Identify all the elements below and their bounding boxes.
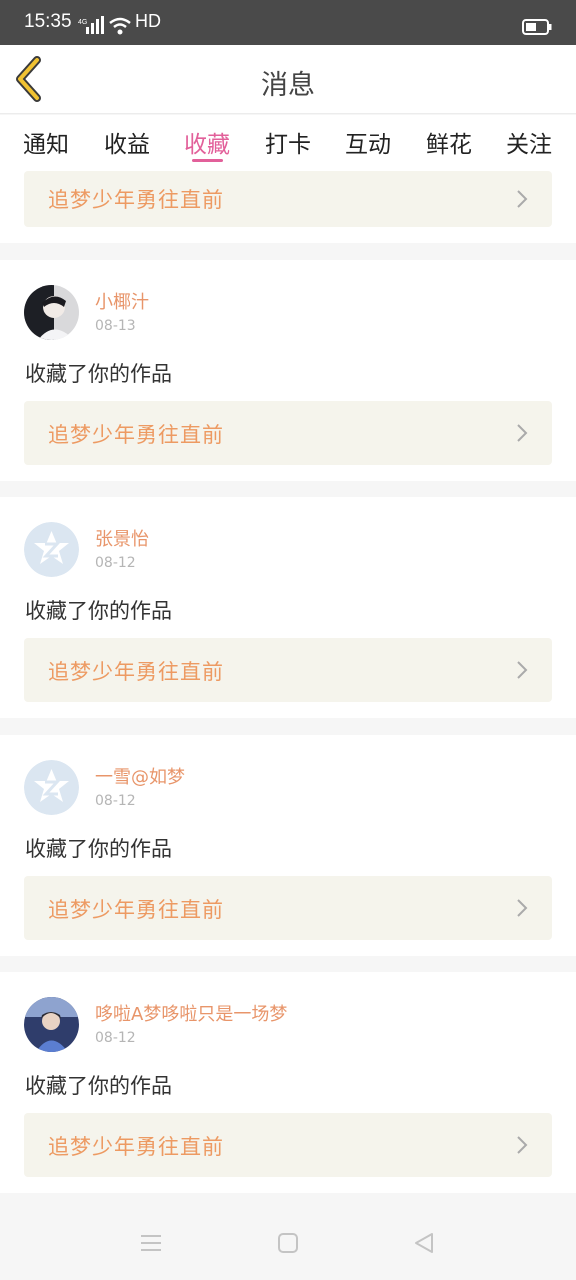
- header: 消息: [0, 45, 576, 114]
- chevron-right-icon: [517, 424, 528, 442]
- message-card-partial: 追梦少年勇往直前: [0, 171, 576, 243]
- chevron-right-icon: [517, 1136, 528, 1154]
- work-link[interactable]: 追梦少年勇往直前: [24, 1113, 552, 1177]
- tab-interactions[interactable]: 互动: [345, 125, 391, 159]
- username[interactable]: 小椰汁: [95, 288, 149, 314]
- tab-checkin[interactable]: 打卡: [265, 125, 311, 159]
- username[interactable]: 一雪@如梦: [95, 763, 185, 789]
- work-title: 追梦少年勇往直前: [48, 423, 224, 447]
- tab-favorites[interactable]: 收藏: [184, 125, 230, 159]
- back-triangle-icon[interactable]: [411, 1231, 437, 1255]
- avatar[interactable]: [24, 522, 79, 577]
- work-title: 追梦少年勇往直前: [48, 188, 224, 212]
- chevron-right-icon: [517, 899, 528, 917]
- avatar[interactable]: [24, 997, 79, 1052]
- page-title: 消息: [261, 70, 315, 101]
- work-link[interactable]: 追梦少年勇往直前: [24, 876, 552, 940]
- status-bar: 15:35 4G HD: [0, 0, 576, 45]
- message-text: 收藏了你的作品: [25, 1074, 172, 1098]
- default-avatar-icon: [24, 760, 79, 815]
- system-nav-bar: [0, 1195, 576, 1280]
- default-avatar-icon: [24, 522, 79, 577]
- message-text: 收藏了你的作品: [25, 362, 172, 386]
- message-date: 08-12: [95, 555, 136, 571]
- battery-icon: [522, 19, 552, 35]
- avatar[interactable]: [24, 760, 79, 815]
- hd-indicator: HD: [135, 11, 161, 31]
- message-date: 08-12: [95, 793, 136, 809]
- menu-icon[interactable]: [138, 1231, 164, 1255]
- chevron-right-icon: [517, 661, 528, 679]
- user-photo-icon: [24, 285, 79, 340]
- avatar[interactable]: [24, 285, 79, 340]
- wifi-icon: [109, 17, 131, 35]
- tab-flowers[interactable]: 鲜花: [426, 125, 472, 159]
- work-title: 追梦少年勇往直前: [48, 1135, 224, 1159]
- tab-notifications[interactable]: 通知: [23, 125, 69, 159]
- work-title: 追梦少年勇往直前: [48, 660, 224, 684]
- tab-follows[interactable]: 关注: [506, 125, 552, 159]
- status-time: 15:35: [24, 11, 72, 32]
- message-card: 张景怡 08-12 收藏了你的作品 追梦少年勇往直前: [0, 497, 576, 718]
- message-date: 08-12: [95, 1030, 136, 1046]
- username[interactable]: 哆啦A梦哆啦只是一场梦: [95, 1000, 287, 1026]
- message-card: 哆啦A梦哆啦只是一场梦 08-12 收藏了你的作品 追梦少年勇往直前: [0, 972, 576, 1193]
- message-card: 小椰汁 08-13 收藏了你的作品 追梦少年勇往直前: [0, 260, 576, 481]
- network-type: 4G: [78, 19, 87, 26]
- message-date: 08-13: [95, 318, 136, 334]
- message-card: 一雪@如梦 08-12 收藏了你的作品 追梦少年勇往直前: [0, 735, 576, 956]
- signal-icon: 4G: [78, 16, 104, 34]
- tab-bar: 通知 收益 收藏 打卡 互动 鲜花 关注: [0, 115, 576, 171]
- active-tab-indicator: [192, 159, 223, 162]
- home-icon[interactable]: [275, 1231, 301, 1255]
- user-photo-icon: [24, 997, 79, 1052]
- message-text: 收藏了你的作品: [25, 837, 172, 861]
- work-link[interactable]: 追梦少年勇往直前: [24, 171, 552, 227]
- work-link[interactable]: 追梦少年勇往直前: [24, 401, 552, 465]
- message-text: 收藏了你的作品: [25, 599, 172, 623]
- work-title: 追梦少年勇往直前: [48, 898, 224, 922]
- username[interactable]: 张景怡: [95, 525, 149, 551]
- work-link[interactable]: 追梦少年勇往直前: [24, 638, 552, 702]
- tab-earnings[interactable]: 收益: [104, 125, 150, 159]
- chevron-right-icon: [517, 190, 528, 208]
